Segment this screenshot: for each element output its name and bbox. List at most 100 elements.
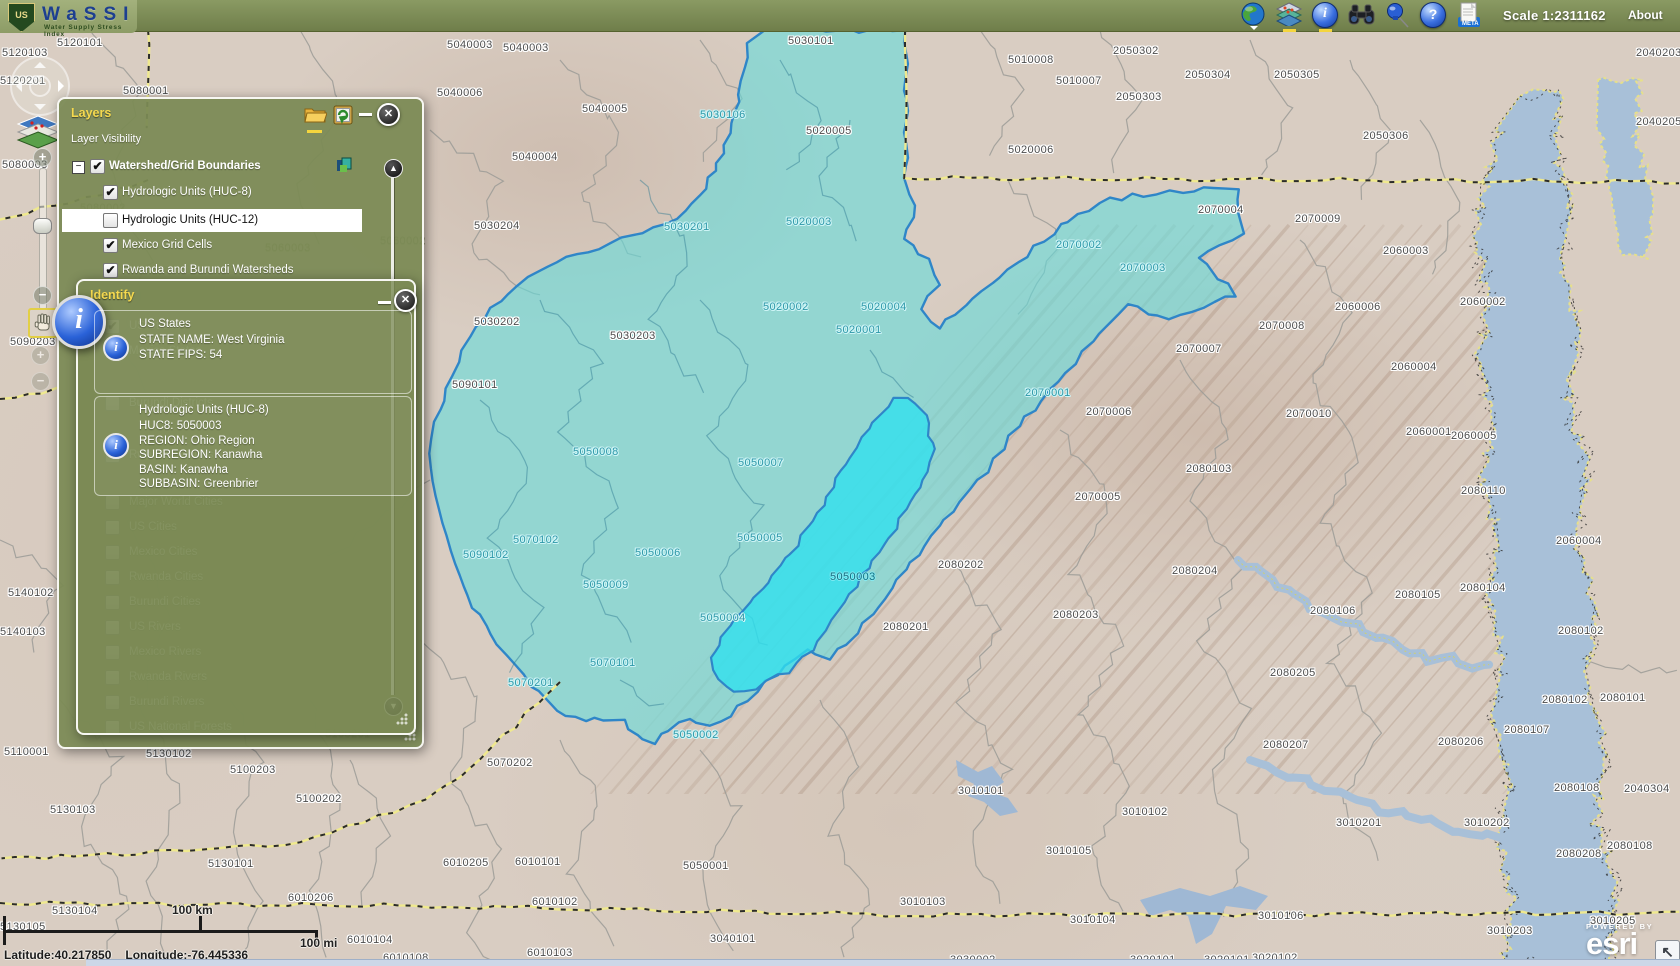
huc12-checkbox[interactable] <box>103 213 118 228</box>
info-icon[interactable]: i <box>103 335 129 361</box>
huc-label: 2070004 <box>1198 204 1244 216</box>
layer-row-huc12-selected[interactable]: Hydrologic Units (HUC-12) <box>62 209 362 232</box>
identify-tool-icon[interactable]: i <box>1312 2 1339 31</box>
huc-label: 3010201 <box>1336 817 1382 829</box>
huc-label: 3010106 <box>1258 910 1304 922</box>
globe-dropdown-caret-icon[interactable] <box>1250 26 1258 34</box>
layers-panel-title: Layers <box>71 106 111 120</box>
result-title: Hydrologic Units (HUC-8) <box>139 404 411 416</box>
identify-resize-grip[interactable] <box>396 713 408 725</box>
huc-label: 6010102 <box>532 896 578 908</box>
close-button[interactable]: ✕ <box>377 103 400 126</box>
huc-label: 2060004 <box>1556 535 1602 547</box>
scalebar-mi-label: 100 mi <box>300 936 337 950</box>
identify-close-button[interactable]: ✕ <box>394 289 417 312</box>
huc-label: 6010103 <box>527 947 573 959</box>
huc-label: 5020002 <box>763 301 809 313</box>
huc-label: 2060001 <box>1406 426 1452 438</box>
group-checkbox[interactable]: ✔ <box>90 159 105 174</box>
horizontal-scrollbar[interactable] <box>86 959 1680 966</box>
huc-label: 2080103 <box>1186 463 1232 475</box>
huc-label: 3010203 <box>1487 925 1533 937</box>
scalebar-tick-km <box>199 916 202 932</box>
huc-label: 2040203 <box>1636 47 1680 59</box>
layers-active-indicator <box>1283 29 1296 32</box>
huc-label: 5070201 <box>508 677 554 689</box>
info-icon[interactable]: i <box>103 433 129 459</box>
huc-label: 5070202 <box>487 757 533 769</box>
search-binoculars-icon[interactable] <box>1348 2 1375 31</box>
huc-label: 2080108 <box>1607 840 1653 852</box>
zoom-out-button[interactable]: − <box>33 286 52 305</box>
huc-label: 2050303 <box>1116 91 1162 103</box>
import-clipboard-icon[interactable] <box>332 104 354 130</box>
huc-label: 5020003 <box>786 216 832 228</box>
forest-service-shield-icon: US <box>8 3 35 32</box>
huc-label: 5040005 <box>582 103 628 115</box>
huc-label: 2080102 <box>1558 625 1604 637</box>
collapse-group-icon[interactable]: − <box>72 161 85 174</box>
huc-label: 5100202 <box>296 793 342 805</box>
huc-label: 2070007 <box>1176 343 1222 355</box>
pan-east-icon[interactable] <box>58 80 70 92</box>
identify-minimize-button[interactable] <box>378 301 391 304</box>
basemap-globe-icon[interactable] <box>1240 2 1267 31</box>
huc-label: 2070005 <box>1075 491 1121 503</box>
mexico-grid-checkbox[interactable]: ✔ <box>103 238 118 253</box>
huc-label: 2070010 <box>1286 408 1332 420</box>
huc-label: 2070009 <box>1295 213 1341 225</box>
pan-north-icon[interactable] <box>34 56 46 68</box>
toolbar: i ? META <box>1240 2 1483 31</box>
map-scale-readout: Scale 1:2311162 <box>1503 8 1606 23</box>
huc-label: 5030201 <box>664 221 710 233</box>
huc-label: 2080104 <box>1460 582 1506 594</box>
huc-label: 5030204 <box>474 220 520 232</box>
huc-label: 2050305 <box>1274 69 1320 81</box>
scroll-up-icon[interactable]: ▲ <box>384 159 403 178</box>
rwanda-burundi-checkbox[interactable]: ✔ <box>103 263 118 278</box>
huc-label: 2070001 <box>1025 387 1071 399</box>
huc-label: 5050003 <box>830 571 876 583</box>
huc-label: 5020001 <box>836 324 882 336</box>
huc-label: 5070101 <box>590 657 636 669</box>
huc-label: 3010202 <box>1464 817 1510 829</box>
help-icon[interactable]: ? <box>1420 2 1447 31</box>
huc-label: 5050001 <box>683 860 729 872</box>
metadata-icon[interactable]: META <box>1456 2 1483 31</box>
huc-label: 2060002 <box>1460 296 1506 308</box>
huc-label: 5010007 <box>1056 75 1102 87</box>
group-label: Watershed/Grid Boundaries <box>109 160 261 172</box>
identify-result-huc8: Hydrologic Units (HUC-8) i HUC8: 5050003… <box>94 396 412 496</box>
pan-west-icon[interactable] <box>10 80 22 92</box>
zoom-out-secondary-button[interactable]: − <box>31 372 50 391</box>
rwanda-burundi-label: Rwanda and Burundi Watersheds <box>122 264 294 276</box>
huc-label: 2060003 <box>1383 245 1429 257</box>
huc-label: 5020004 <box>861 301 907 313</box>
huc-label: 5140102 <box>8 587 54 599</box>
huc-label: 2080106 <box>1310 605 1356 617</box>
huc-label: 2080202 <box>938 559 984 571</box>
huc8-checkbox[interactable]: ✔ <box>103 185 118 200</box>
pushpin-icon[interactable] <box>1384 2 1411 31</box>
huc-label: 5070102 <box>513 534 559 546</box>
scalebar-km-label: 100 km <box>172 903 213 917</box>
result-line: SUBREGION: Kanawha <box>139 448 411 463</box>
huc8-label: Hydrologic Units (HUC-8) <box>122 186 252 198</box>
huc-label: 5080001 <box>123 85 169 97</box>
zoom-in-secondary-button[interactable]: + <box>31 346 50 365</box>
huc-label: 3010101 <box>958 785 1004 797</box>
huc-label: 2050304 <box>1185 69 1231 81</box>
scalebar-tick-left <box>3 916 6 945</box>
huc-label: 2080105 <box>1395 589 1441 601</box>
layers-tool-icon[interactable] <box>1276 2 1303 31</box>
huc-label: 5130104 <box>52 905 98 917</box>
open-folder-icon[interactable] <box>303 103 327 133</box>
zoom-in-button[interactable]: + <box>33 148 52 167</box>
about-link[interactable]: About <box>1628 8 1663 22</box>
zoom-slider-handle[interactable] <box>33 218 52 234</box>
huc-label: 2040205 <box>1636 116 1680 128</box>
minimize-button[interactable] <box>359 113 372 116</box>
huc-label: 5090101 <box>452 379 498 391</box>
pan-center-icon[interactable] <box>29 75 51 97</box>
legend-swatch-icon[interactable] <box>336 157 354 179</box>
